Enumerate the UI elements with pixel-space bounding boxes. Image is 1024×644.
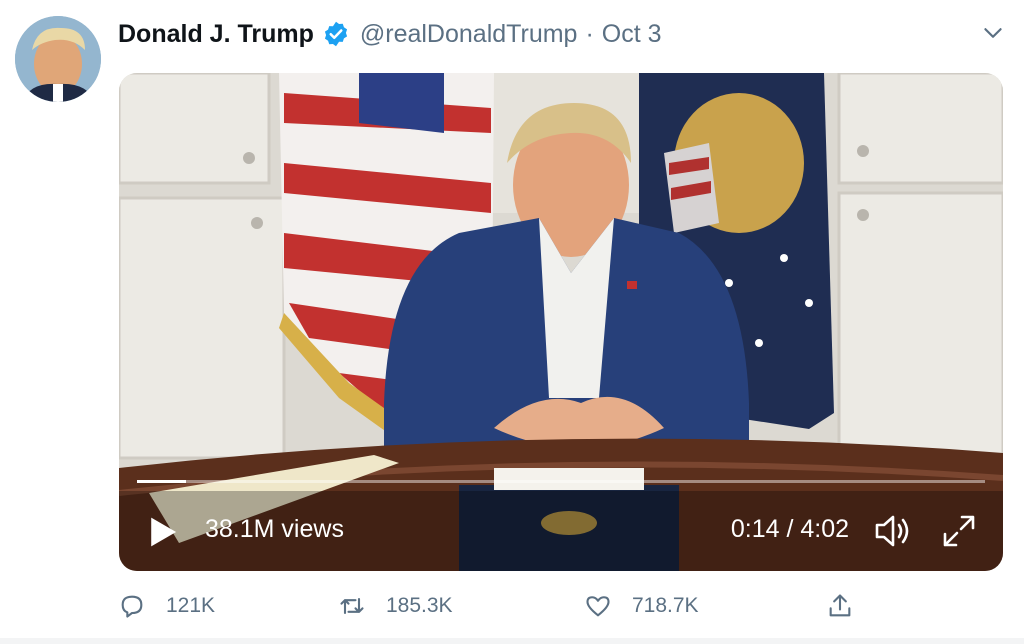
retweet-count: 185.3K xyxy=(386,594,453,617)
share-action[interactable] xyxy=(826,588,854,624)
header-separator: · xyxy=(585,19,594,48)
play-icon[interactable] xyxy=(147,515,179,549)
reply-icon[interactable] xyxy=(118,592,146,620)
author-handle[interactable]: @realDonaldTrump xyxy=(360,20,578,49)
verified-badge-icon xyxy=(324,21,347,47)
video-controls: 38.1M views 0:14 / 4:02 xyxy=(119,491,1003,571)
video-progress-track[interactable] xyxy=(137,480,985,483)
video-progress-fill xyxy=(137,480,187,483)
fullscreen-icon[interactable] xyxy=(941,513,977,549)
volume-icon[interactable] xyxy=(873,513,913,549)
like-icon[interactable] xyxy=(584,592,612,620)
view-count: 38.1M views xyxy=(205,515,344,543)
reply-action[interactable]: 121K xyxy=(118,588,215,624)
like-count: 718.7K xyxy=(632,594,699,617)
share-icon[interactable] xyxy=(826,592,854,620)
tweet-date[interactable]: Oct 3 xyxy=(602,20,662,49)
like-action[interactable]: 718.7K xyxy=(584,588,699,624)
video-time: 0:14 / 4:02 xyxy=(730,515,849,543)
tweet-header: Donald J. Trump @realDonaldTrump · Oct 3 xyxy=(118,16,662,52)
tweet-card[interactable]: Donald J. Trump @realDonaldTrump · Oct 3 xyxy=(0,0,1024,638)
chevron-down-icon[interactable] xyxy=(980,20,1006,46)
tweet-actions: 121K 185.3K 718.7K xyxy=(118,588,878,624)
retweet-action[interactable]: 185.3K xyxy=(338,588,453,624)
avatar[interactable] xyxy=(15,16,101,102)
retweet-icon[interactable] xyxy=(338,592,366,620)
author-name[interactable]: Donald J. Trump xyxy=(118,20,314,49)
reply-count: 121K xyxy=(166,594,216,617)
video-player[interactable]: 38.1M views 0:14 / 4:02 xyxy=(119,73,1003,571)
avatar-image xyxy=(15,16,101,102)
